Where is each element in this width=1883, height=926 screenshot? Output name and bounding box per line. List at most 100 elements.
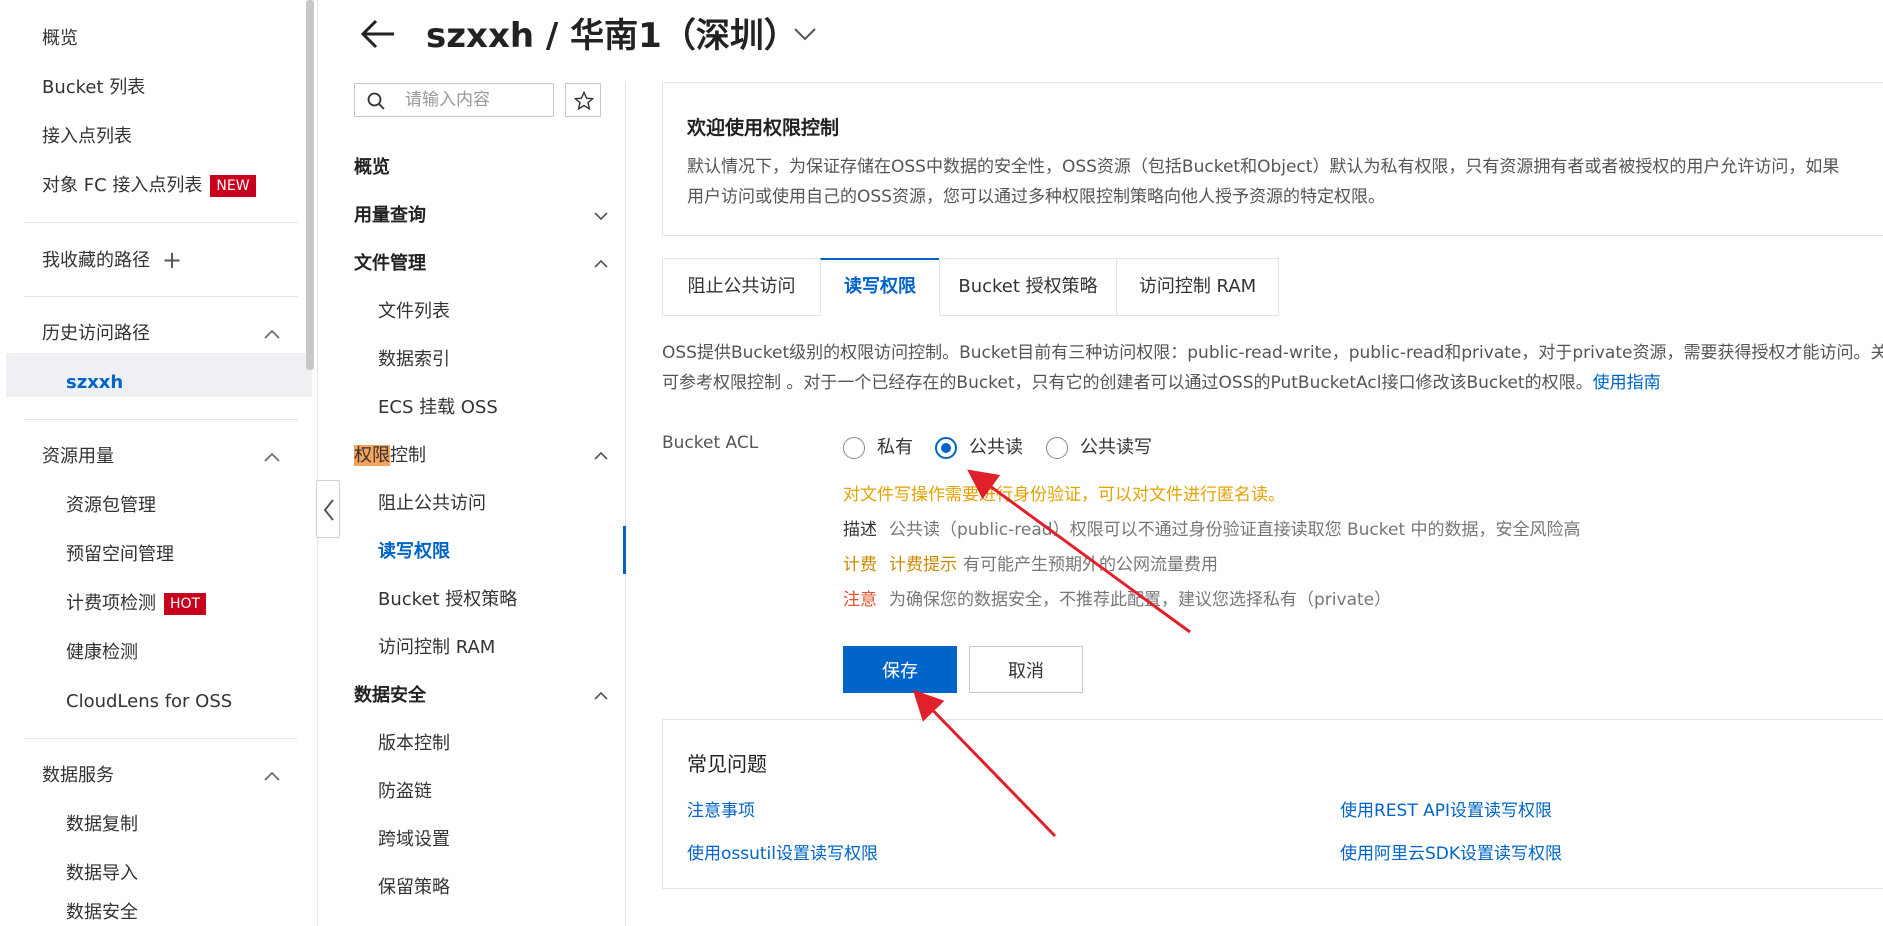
billing-hint: 计费提示 [889, 555, 957, 575]
nav-group-data-security[interactable]: 数据安全 [354, 685, 426, 707]
nav-group-usage[interactable]: 用量查询 [354, 205, 426, 227]
nav-group-file-management[interactable]: 文件管理 [354, 253, 426, 275]
subnav-border [625, 82, 626, 926]
welcome-title: 欢迎使用权限控制 [687, 117, 840, 139]
acl-description-line: OSS提供Bucket级别的权限访问控制。Bucket目前有三种访问权限：pub… [662, 343, 1883, 363]
sidebar-item-label: 我收藏的路径 [42, 250, 150, 271]
tab-bucket-policy[interactable]: Bucket 授权策略 [939, 258, 1117, 316]
faq-title: 常见问题 [687, 752, 767, 776]
faq-link-rest-api[interactable]: 使用REST API设置读写权限 [1340, 796, 1552, 821]
sidebar-item-overview[interactable]: 概览 [42, 28, 78, 50]
nav-item-overview[interactable]: 概览 [354, 157, 390, 179]
info-value: 公共读（public-read）权限可以不通过身份验证直接读取您 Bucket … [889, 520, 1581, 540]
sidebar-group-history[interactable]: 历史访问路径 [42, 323, 150, 345]
back-arrow-icon[interactable] [358, 16, 398, 52]
sidebar-divider [24, 738, 298, 739]
nav-item-data-index[interactable]: 数据索引 [378, 349, 450, 371]
star-icon [574, 91, 594, 111]
nav-search-box[interactable] [354, 83, 554, 117]
sidebar-scrollbar[interactable] [306, 0, 314, 370]
search-input[interactable] [405, 88, 545, 112]
sidebar-divider [24, 222, 298, 223]
acl-note: 对文件写操作需要进行身份验证，可以对文件进行匿名读。 [843, 485, 1285, 505]
new-badge: NEW [210, 175, 256, 197]
info-key: 注意 [843, 590, 877, 610]
radio-label: 公共读写 [1080, 437, 1152, 458]
chevron-up-icon[interactable] [262, 324, 282, 344]
acl-info-billing: 计费 计费提示 有可能产生预期外的公网流量费用 [843, 553, 1218, 577]
chevron-up-icon[interactable] [592, 447, 610, 465]
subnav-active-indicator [623, 526, 626, 574]
search-icon [367, 92, 385, 110]
nav-item-file-list[interactable]: 文件列表 [378, 301, 450, 323]
sidebar-border [317, 0, 318, 926]
chevron-up-icon[interactable] [592, 687, 610, 705]
left-sidebar: 概览 Bucket 列表 接入点列表 对象 FC 接入点列表 NEW 我收藏的路径… [0, 0, 318, 926]
nav-item-ecs-mount[interactable]: ECS 挂载 OSS [378, 397, 498, 419]
chevron-down-icon[interactable] [792, 24, 818, 44]
faq-link-sdk[interactable]: 使用阿里云SDK设置读写权限 [1340, 839, 1562, 864]
nav-item-bucket-policy[interactable]: Bucket 授权策略 [378, 589, 517, 611]
sidebar-group-resource-usage[interactable]: 资源用量 [42, 446, 114, 468]
chevron-left-icon [323, 499, 334, 521]
chevron-up-icon[interactable] [262, 766, 282, 786]
info-value: 为确保您的数据安全，不推荐此配置，建议您选择私有（private） [889, 590, 1392, 610]
tab-block-public-access[interactable]: 阻止公共访问 [662, 258, 821, 316]
nav-group-permission-control[interactable]: 权限控制 [354, 445, 426, 467]
sidebar-item-history-szxxh[interactable]: szxxh [66, 372, 123, 394]
info-key: 描述 [843, 520, 877, 540]
welcome-text-line: 默认情况下，为保证存储在OSS中数据的安全性，OSS资源（包括Bucket和Ob… [687, 157, 1840, 177]
sidebar-active-background [6, 353, 312, 397]
sidebar-divider [24, 296, 298, 297]
radio-circle-checked[interactable] [935, 437, 957, 459]
sidebar-item-fc-access-points[interactable]: 对象 FC 接入点列表 NEW [42, 175, 256, 197]
info-value: 有可能产生预期外的公网流量费用 [963, 555, 1218, 575]
welcome-card: 欢迎使用权限控制 默认情况下，为保证存储在OSS中数据的安全性，OSS资源（包括… [662, 82, 1883, 236]
bucket-acl-label: Bucket ACL [662, 433, 759, 453]
add-icon[interactable]: + [162, 248, 182, 272]
acl-description-line: 可参考权限控制 。对于一个已经存在的Bucket，只有它的创建者可以通过OSS的… [662, 371, 1661, 395]
sidebar-item-billing-check[interactable]: 计费项检测 HOT [66, 593, 207, 615]
radio-circle[interactable] [843, 437, 865, 459]
faq-link-notes[interactable]: 注意事项 [687, 796, 755, 821]
sidebar-item-data-security[interactable]: 数据安全 [66, 902, 138, 924]
nav-item-cors[interactable]: 跨域设置 [378, 829, 450, 851]
chevron-up-icon[interactable] [592, 255, 610, 273]
info-key: 计费 [843, 555, 877, 575]
sidebar-group-data-service[interactable]: 数据服务 [42, 765, 114, 787]
tab-read-write-permission[interactable]: 读写权限 [820, 258, 940, 316]
cancel-button[interactable]: 取消 [969, 646, 1083, 693]
nav-item-versioning[interactable]: 版本控制 [378, 733, 450, 755]
acl-info-description: 描述 公共读（public-read）权限可以不通过身份验证直接读取您 Bucke… [843, 518, 1581, 542]
faq-link-ossutil[interactable]: 使用ossutil设置读写权限 [687, 839, 878, 864]
sidebar-item-label: 计费项检测 [66, 593, 156, 614]
nav-item-retention-policy[interactable]: 保留策略 [378, 877, 450, 899]
sidebar-item-health-check[interactable]: 健康检测 [66, 642, 138, 664]
sidebar-item-bucket-list[interactable]: Bucket 列表 [42, 77, 145, 99]
sidebar-item-data-replication[interactable]: 数据复制 [66, 814, 138, 836]
guide-link[interactable]: 使用指南 [1593, 373, 1661, 393]
favorite-button[interactable] [565, 83, 601, 117]
sidebar-item-favorites[interactable]: 我收藏的路径 + [42, 248, 182, 272]
acl-description-text: 可参考权限控制 。对于一个已经存在的Bucket，只有它的创建者可以通过OSS的… [662, 373, 1593, 393]
radio-circle[interactable] [1046, 437, 1068, 459]
sidebar-item-data-import[interactable]: 数据导入 [66, 863, 138, 885]
nav-item-block-public-access[interactable]: 阻止公共访问 [378, 493, 486, 515]
faq-card: 常见问题 注意事项 使用REST API设置读写权限 使用ossutil设置读写… [662, 719, 1883, 889]
radio-label: 公共读 [969, 437, 1023, 458]
hot-badge: HOT [164, 593, 207, 615]
collapse-sidebar-button[interactable] [316, 480, 340, 538]
sidebar-item-cloudlens[interactable]: CloudLens for OSS [66, 691, 232, 713]
save-button[interactable]: 保存 [843, 646, 957, 693]
nav-item-hotlink-protection[interactable]: 防盗链 [378, 781, 432, 803]
nav-item-read-write-permission[interactable]: 读写权限 [378, 541, 450, 563]
sidebar-item-access-points[interactable]: 接入点列表 [42, 126, 132, 148]
nav-item-ram-access-control[interactable]: 访问控制 RAM [378, 637, 495, 659]
sidebar-divider [24, 419, 298, 420]
chevron-down-icon[interactable] [592, 207, 610, 225]
sidebar-item-resource-packages[interactable]: 资源包管理 [66, 495, 156, 517]
page-title: szxxh / 华南1（深圳） [426, 16, 798, 56]
chevron-up-icon[interactable] [262, 447, 282, 467]
sidebar-item-reserved-space[interactable]: 预留空间管理 [66, 544, 174, 566]
tab-ram-access-control[interactable]: 访问控制 RAM [1116, 258, 1279, 316]
